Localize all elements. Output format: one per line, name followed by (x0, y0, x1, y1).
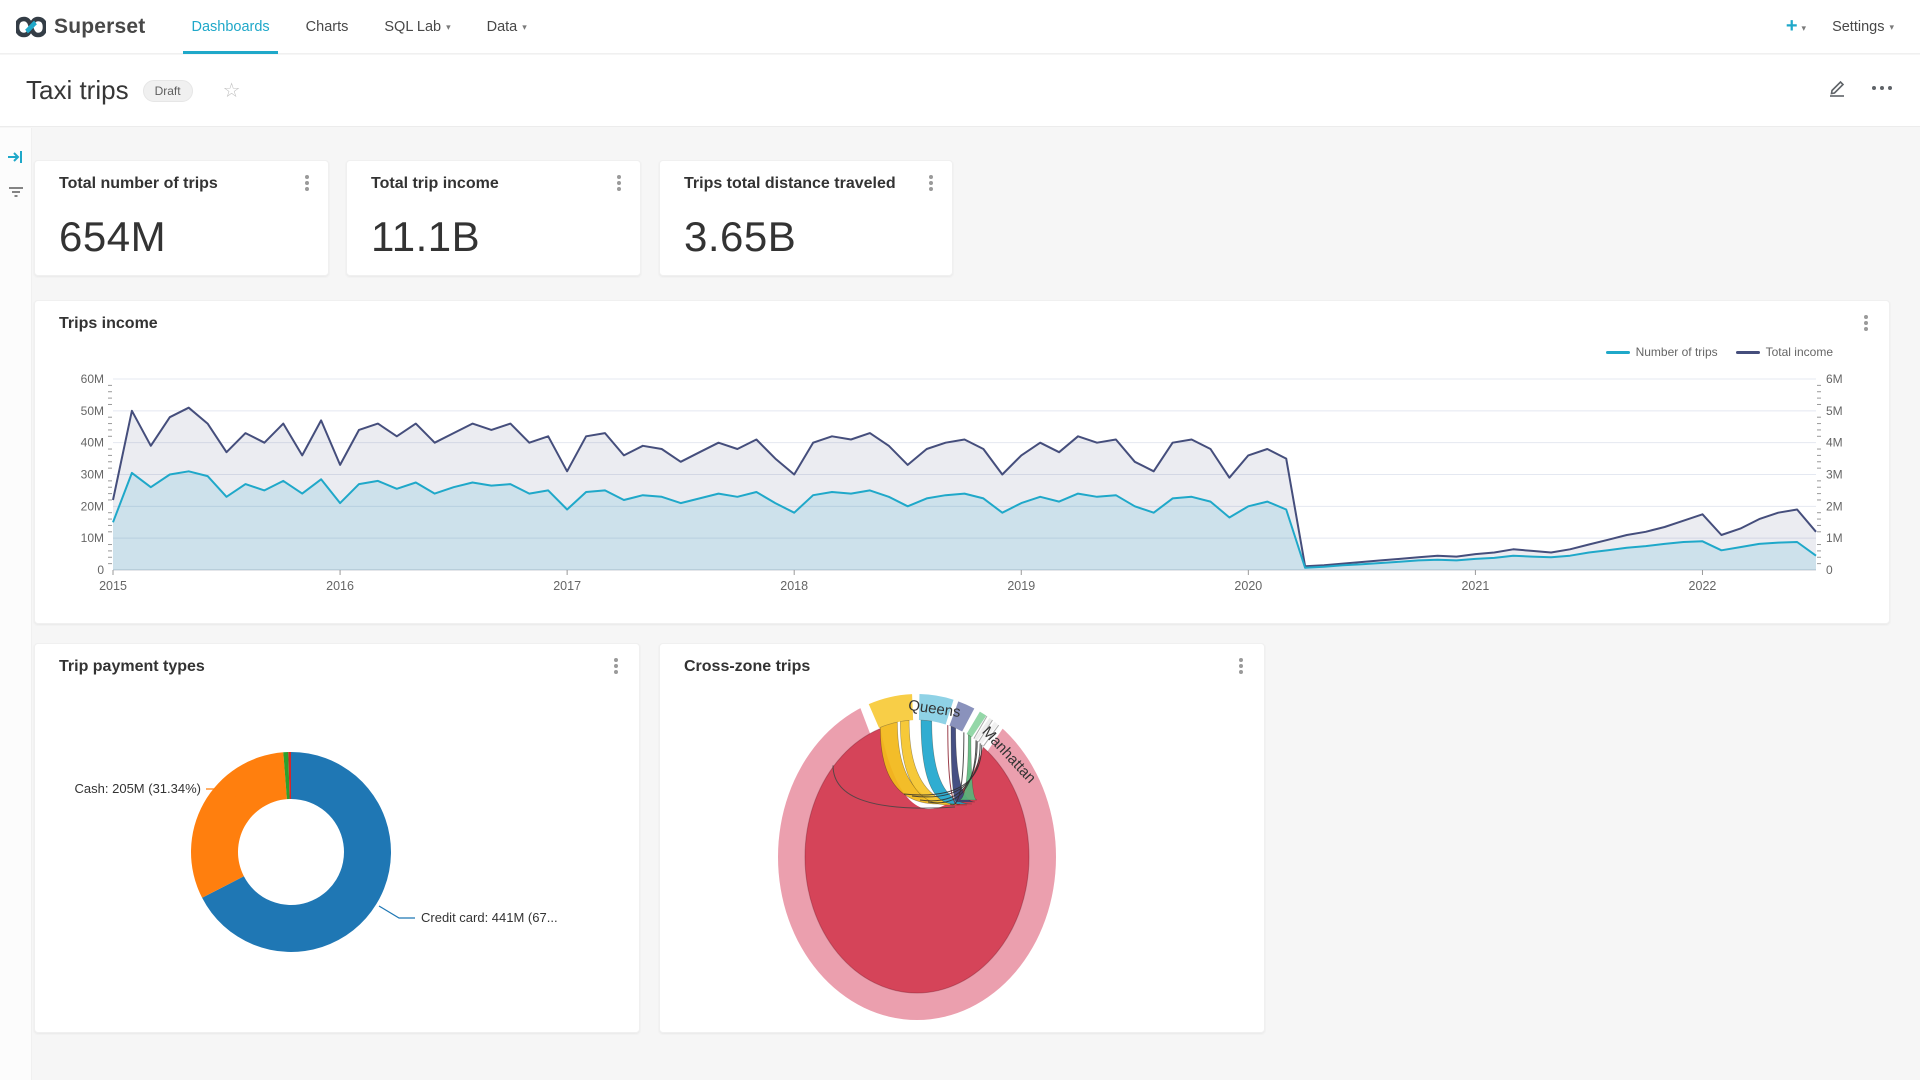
svg-text:2022: 2022 (1689, 579, 1717, 593)
nav-data[interactable]: Data ▾ (469, 0, 545, 54)
svg-text:20M: 20M (81, 499, 104, 513)
svg-text:2019: 2019 (1007, 579, 1035, 593)
kpi-value: 3.65B (684, 213, 796, 261)
svg-text:2017: 2017 (553, 579, 581, 593)
nav-dashboards[interactable]: Dashboards (173, 0, 287, 54)
svg-text:0: 0 (97, 563, 104, 577)
more-options-button[interactable] (298, 173, 316, 193)
svg-text:4M: 4M (1826, 436, 1843, 450)
chevron-down-icon: ▾ (446, 22, 451, 33)
svg-text:60M: 60M (81, 372, 104, 386)
new-item-button[interactable]: + ▾ (1786, 15, 1806, 38)
superset-logo[interactable]: Superset (0, 15, 173, 39)
superset-infinity-icon (16, 16, 46, 38)
kpi-card-total-trips: Total number of trips 654M (34, 160, 329, 276)
filter-rail (0, 128, 32, 1080)
cross-zone-card: Cross-zone trips ManhattanQueens (659, 643, 1265, 1033)
chevron-down-icon: ▾ (1889, 22, 1894, 33)
top-navigation: Superset Dashboards Charts SQL Lab ▾ Dat… (0, 0, 1920, 54)
svg-text:2021: 2021 (1461, 579, 1489, 593)
svg-text:40M: 40M (81, 436, 104, 450)
kpi-title: Total number of trips (59, 175, 218, 193)
slice-label-credit-card: Credit card: 441M (67... (421, 910, 558, 925)
nav-charts[interactable]: Charts (288, 0, 367, 54)
kpi-value: 11.1B (371, 213, 480, 261)
chevron-down-icon: ▾ (1802, 23, 1807, 34)
nav-items: Dashboards Charts SQL Lab ▾ Data ▾ (173, 0, 544, 54)
svg-text:2016: 2016 (326, 579, 354, 593)
nav-right: + ▾ Settings ▾ (1786, 15, 1920, 38)
svg-text:6M: 6M (1826, 372, 1843, 386)
settings-menu[interactable]: Settings ▾ (1832, 19, 1894, 35)
more-options-button[interactable] (922, 173, 940, 193)
status-badge: Draft (143, 80, 193, 102)
header-actions (1826, 77, 1920, 104)
svg-text:2015: 2015 (99, 579, 127, 593)
slice-label-cash: Cash: 205M (31.34%) (75, 781, 201, 796)
kpi-title: Total trip income (371, 175, 499, 193)
svg-text:2020: 2020 (1234, 579, 1262, 593)
brand-name: Superset (54, 15, 145, 39)
edit-pencil-icon[interactable] (1826, 77, 1848, 104)
kpi-value: 654M (59, 213, 166, 261)
filter-icon[interactable] (7, 183, 25, 206)
svg-text:50M: 50M (81, 404, 104, 418)
page-title: Taxi trips (26, 75, 129, 106)
svg-text:2018: 2018 (780, 579, 808, 593)
more-options-button[interactable] (610, 173, 628, 193)
trips-income-line-chart[interactable]: 0 10M 20M 30M 40M 50M 60M 0 1M 2M 3M 4M 5M 6M 2015 2016… (35, 301, 1891, 625)
svg-text:5M: 5M (1826, 404, 1843, 418)
svg-text:30M: 30M (81, 468, 104, 482)
svg-text:2M: 2M (1826, 499, 1843, 513)
svg-text:0: 0 (1826, 563, 1833, 577)
payment-types-donut-chart[interactable]: Cash: 205M (31.34%) Credit card: 441M (67… (35, 644, 641, 1034)
nav-sql-lab[interactable]: SQL Lab ▾ (366, 0, 468, 54)
svg-text:10M: 10M (81, 531, 104, 545)
dashboard-header: Taxi trips Draft ☆ (0, 55, 1920, 127)
trips-income-card: Trips income Number of tripsTotal income… (34, 300, 1890, 624)
more-options-icon[interactable] (1870, 77, 1894, 104)
kpi-card-total-distance: Trips total distance traveled 3.65B (659, 160, 953, 276)
chevron-down-icon: ▾ (522, 22, 527, 33)
svg-text:3M: 3M (1826, 468, 1843, 482)
cross-zone-chord-chart[interactable]: ManhattanQueens (660, 644, 1266, 1034)
payment-types-card: Trip payment types Cash: 205M (31.34%)Cr… (34, 643, 640, 1033)
favorite-star-icon[interactable]: ☆ (223, 78, 241, 103)
kpi-title: Trips total distance traveled (684, 175, 896, 193)
svg-text:1M: 1M (1826, 531, 1843, 545)
kpi-card-trip-income: Total trip income 11.1B (346, 160, 641, 276)
expand-filter-bar-icon[interactable] (7, 148, 25, 171)
